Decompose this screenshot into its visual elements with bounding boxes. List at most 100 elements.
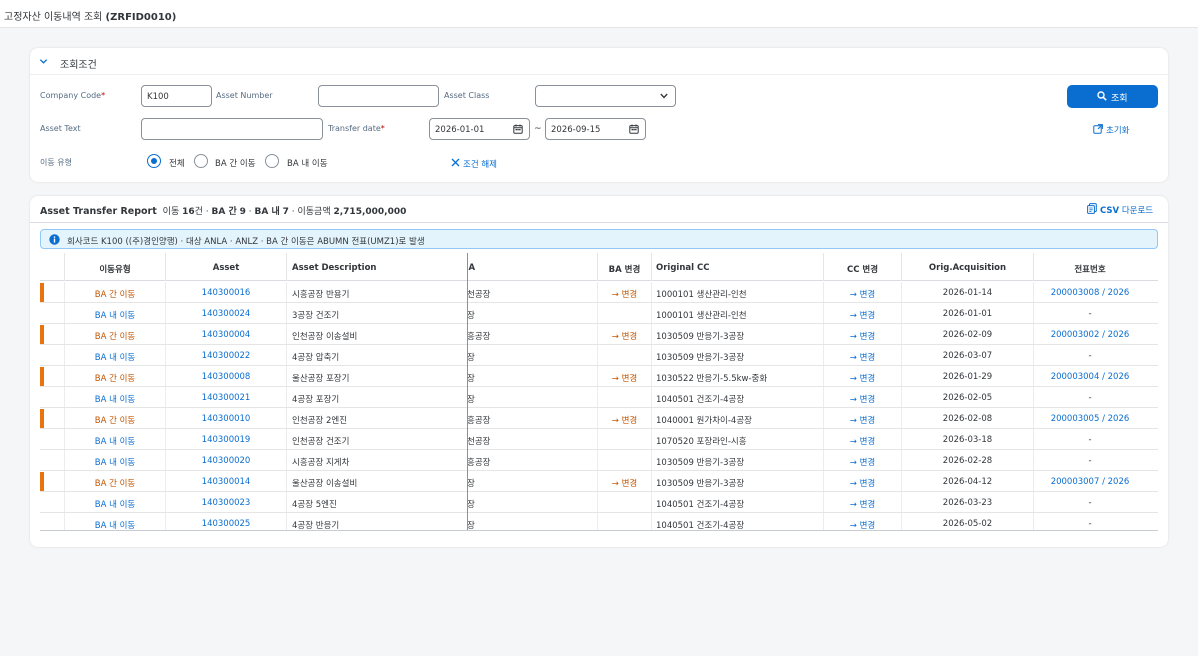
transfer-date-to-input[interactable]: 2026-09-15: [545, 118, 646, 140]
transfer-date-to-value: 2026-09-15: [551, 125, 601, 135]
filter-title[interactable]: 조회조건: [60, 56, 97, 71]
asset-link[interactable]: 140300025: [165, 513, 286, 531]
table-row[interactable]: BA 간 이동 140300010 인천공장 2엔진 흥공장 → 변경 1040001 원…: [40, 408, 1158, 429]
company-code-input[interactable]: K100: [141, 85, 212, 107]
column-header-orig-acquisition[interactable]: Orig.Acquisition: [901, 253, 1033, 281]
document-number-link[interactable]: 200003005 / 2026: [1033, 408, 1146, 428]
asset-description-cell: 시흥공장 지게차: [286, 450, 467, 470]
move-type-cell: BA 간 이동: [64, 324, 165, 344]
page-title: 고정자산 이동내역 조회 (ZRFID0010): [4, 8, 176, 23]
asset-class-select[interactable]: [535, 85, 676, 107]
asset-class-label: Asset Class: [444, 91, 490, 100]
column-header-ba-change[interactable]: BA 변경: [597, 253, 651, 281]
cc-change-link[interactable]: → 변경: [823, 282, 901, 302]
cc-change-link[interactable]: → 변경: [823, 513, 901, 531]
transfer-date-from-input[interactable]: 2026-01-01: [429, 118, 530, 140]
move-type-inter-label: BA 간 이동: [215, 159, 256, 169]
asset-link[interactable]: 140300004: [165, 324, 286, 344]
column-header-asset-description[interactable]: Asset Description: [286, 253, 467, 281]
report-panel: Asset Transfer Report 이동 16건 · BA 간 9 · …: [30, 196, 1168, 547]
table-row[interactable]: BA 내 이동 140300019 인천공장 건조기 천공장 1070520 포장라인-…: [40, 429, 1158, 450]
asset-number-input[interactable]: [318, 85, 439, 107]
column-header-ba[interactable]: BA: [467, 253, 597, 281]
move-type-label: 이동 유형: [40, 158, 72, 167]
cc-change-link[interactable]: → 변경: [823, 303, 901, 323]
document-number-link[interactable]: 200003007 / 2026: [1033, 471, 1146, 491]
move-type-cell: BA 간 이동: [64, 282, 165, 302]
asset-link[interactable]: 140300008: [165, 366, 286, 386]
orig-acquisition-cell: 2026-02-08: [901, 408, 1033, 428]
asset-description-cell: 4공장 반응기: [286, 513, 467, 531]
document-number-link[interactable]: 200003004 / 2026: [1033, 366, 1146, 386]
search-button[interactable]: 조회: [1067, 85, 1158, 108]
cc-change-link[interactable]: → 변경: [823, 324, 901, 344]
move-type-intra-label: BA 내 이동: [287, 159, 328, 169]
asset-text-input[interactable]: [141, 118, 323, 140]
table-row[interactable]: BA 간 이동 140300004 인천공장 이송설비 흥공장 → 변경 1030509 …: [40, 324, 1158, 345]
table-row[interactable]: BA 내 이동 140300025 4공장 반응기 장 1040501 건조기-4공장 →…: [40, 513, 1158, 531]
move-type-cell: BA 내 이동: [64, 450, 165, 470]
search-icon: [1097, 91, 1107, 101]
column-header-cc-change[interactable]: CC 변경: [823, 253, 901, 281]
column-header-original-cc[interactable]: Original CC: [651, 253, 823, 281]
transfer-table: 이동유형 Asset Asset Description BA BA 변경 Or…: [40, 253, 1158, 531]
asset-link[interactable]: 140300016: [165, 282, 286, 302]
csv-download-button[interactable]: CSV 다운로드: [1087, 203, 1154, 216]
info-message-text: 회사코드 K100 ((주)경인양행) · 대상 ANLA · ANLZ · B…: [67, 237, 425, 247]
cc-change-link[interactable]: → 변경: [823, 450, 901, 470]
table-row[interactable]: BA 간 이동 140300016 시흥공장 반용기 천공장 → 변경 1000101 생…: [40, 282, 1158, 303]
asset-link[interactable]: 140300023: [165, 492, 286, 512]
clear-conditions-button[interactable]: 조건 해제: [451, 158, 497, 170]
column-header-document-number[interactable]: 전표번호: [1033, 253, 1146, 281]
ba-cell: 천공장: [467, 290, 491, 300]
asset-description-cell: 4공장 5엔진: [286, 492, 467, 512]
move-type-radio-all[interactable]: [147, 154, 161, 168]
asset-description-cell: 인천공장 2엔진: [286, 408, 467, 428]
orig-acquisition-cell: 2026-02-09: [901, 324, 1033, 344]
table-row[interactable]: BA 내 이동 140300021 4공장 포장기 장 1040501 건조기-4공장 →…: [40, 387, 1158, 408]
cc-change-link[interactable]: → 변경: [823, 492, 901, 512]
ba-change-cell: → 변경: [597, 324, 651, 344]
inter-ba-indicator: [40, 409, 44, 428]
document-number-link[interactable]: 200003002 / 2026: [1033, 324, 1146, 344]
asset-link[interactable]: 140300010: [165, 408, 286, 428]
original-cc-cell: 1030509 반응기-3공장: [651, 471, 823, 491]
table-row[interactable]: BA 내 이동 140300020 시흥공장 지게차 흥공장 1030509 반응기-3…: [40, 450, 1158, 471]
move-type-cell: BA 내 이동: [64, 303, 165, 323]
column-header-move-type[interactable]: 이동유형: [64, 253, 165, 281]
document-number-link[interactable]: 200003008 / 2026: [1033, 282, 1146, 302]
chevron-down-icon[interactable]: [39, 57, 48, 66]
csv-download-suffix: 다운로드: [1121, 206, 1154, 216]
asset-link[interactable]: 140300022: [165, 345, 286, 365]
asset-link[interactable]: 140300014: [165, 471, 286, 491]
table-row[interactable]: BA 간 이동 140300014 울산공장 이송설비 장 → 변경 1030509 반응…: [40, 471, 1158, 492]
table-row[interactable]: BA 내 이동 140300022 4공장 압축기 장 1030509 반응기-3공장 →…: [40, 345, 1158, 366]
reset-button[interactable]: 초기화: [1093, 124, 1129, 136]
table-row[interactable]: BA 내 이동 140300023 4공장 5엔진 장 1040501 건조기-4공장 →…: [40, 492, 1158, 513]
asset-link[interactable]: 140300024: [165, 303, 286, 323]
original-cc-cell: 1070520 포장라인-시흥: [651, 429, 823, 449]
cc-change-link[interactable]: → 변경: [823, 387, 901, 407]
move-type-cell: BA 내 이동: [64, 513, 165, 531]
company-code-label: Company Code*: [40, 91, 106, 100]
move-type-radio-intra[interactable]: [265, 154, 279, 168]
asset-link[interactable]: 140300020: [165, 450, 286, 470]
asset-link[interactable]: 140300021: [165, 387, 286, 407]
calendar-icon[interactable]: [629, 124, 639, 134]
cc-change-link[interactable]: → 변경: [823, 366, 901, 386]
original-cc-cell: 1040001 원가차이-4공장: [651, 408, 823, 428]
original-cc-cell: 1030522 반응기-5.5kw-중화: [651, 366, 823, 386]
cc-change-link[interactable]: → 변경: [823, 408, 901, 428]
cc-change-link[interactable]: → 변경: [823, 345, 901, 365]
orig-acquisition-cell: 2026-03-18: [901, 429, 1033, 449]
column-header-asset[interactable]: Asset: [165, 253, 286, 281]
report-title-text: Asset Transfer Report: [40, 206, 157, 217]
table-row[interactable]: BA 간 이동 140300008 울산공장 포장기 장 → 변경 1030522 반응기…: [40, 366, 1158, 387]
move-type-radio-inter[interactable]: [194, 154, 208, 168]
cc-change-link[interactable]: → 변경: [823, 429, 901, 449]
cc-change-link[interactable]: → 변경: [823, 471, 901, 491]
ba-change-cell: → 변경: [597, 471, 651, 491]
table-row[interactable]: BA 내 이동 140300024 3공장 건조기 장 1000101 생산관리-인천 →…: [40, 303, 1158, 324]
calendar-icon[interactable]: [513, 124, 523, 134]
asset-link[interactable]: 140300019: [165, 429, 286, 449]
